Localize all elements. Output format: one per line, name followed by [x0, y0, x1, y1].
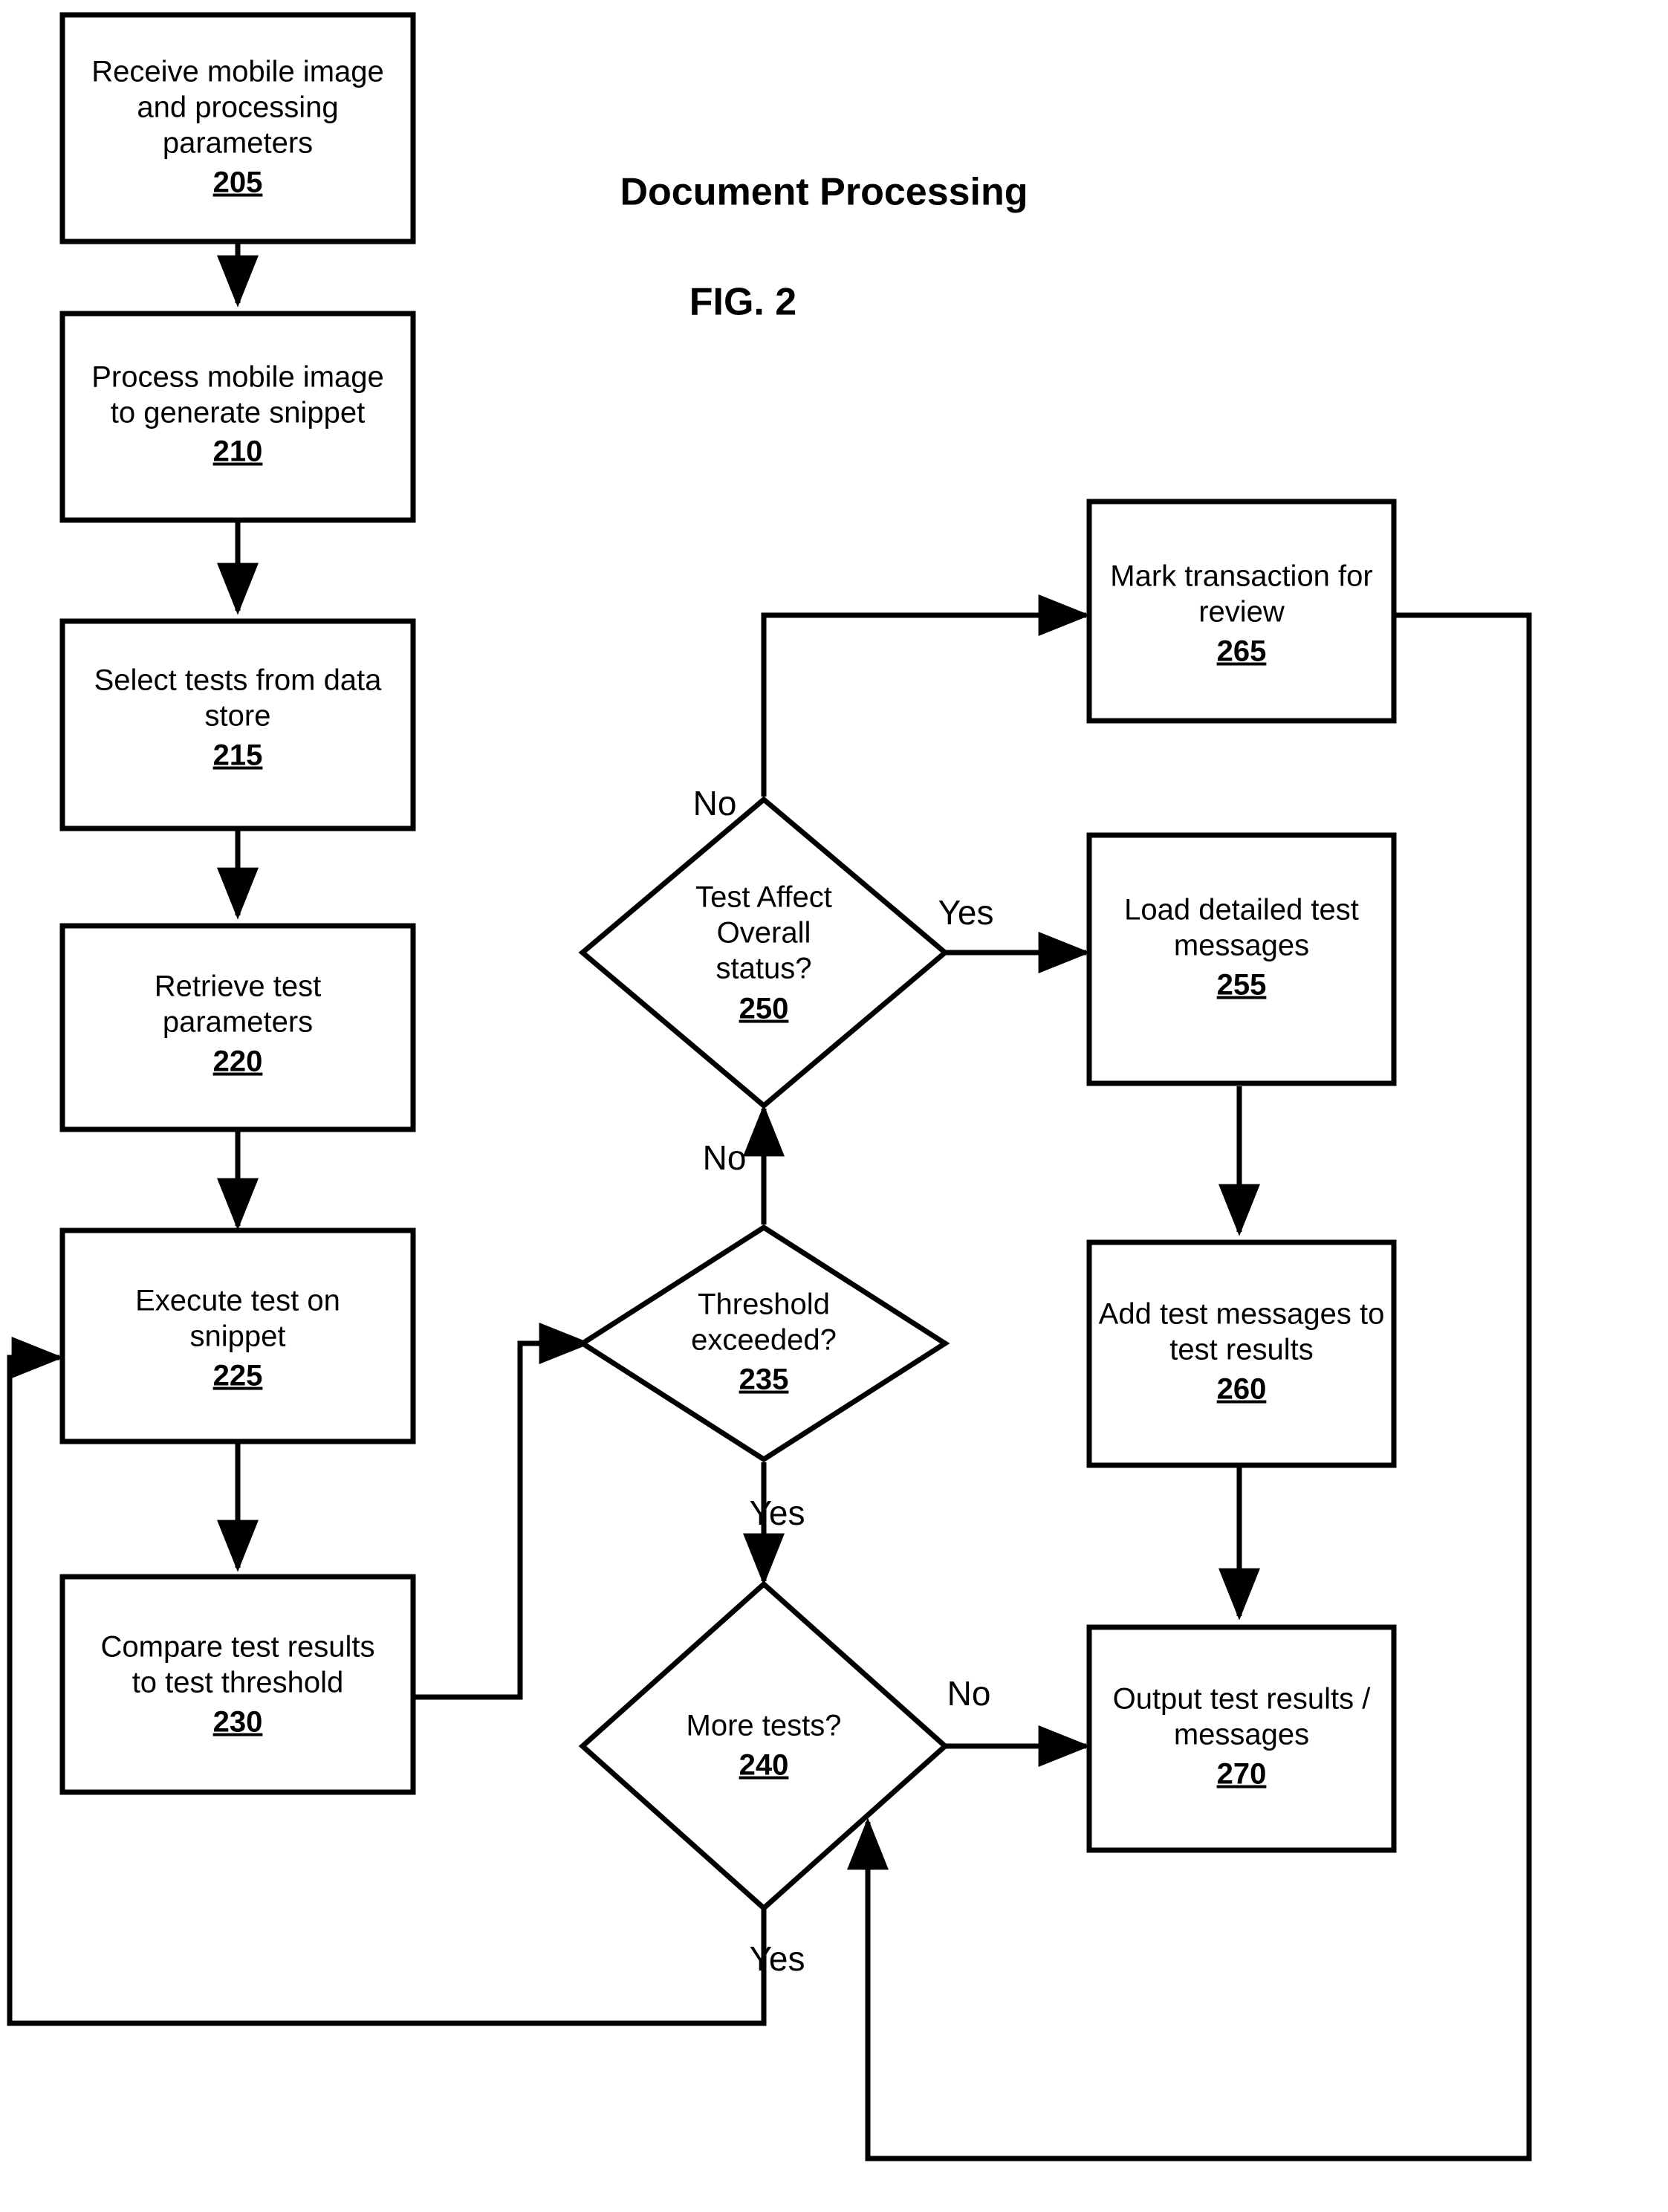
node-225-line1: Execute test on	[135, 1285, 340, 1317]
node-225-line2: snippet	[190, 1320, 286, 1353]
node-265-line2: review	[1198, 596, 1285, 629]
node-235-ref: 235	[739, 1363, 789, 1396]
node-260-line1: Add test messages to	[1099, 1298, 1385, 1331]
edge-label-250-yes: Yes	[938, 893, 993, 932]
node-240-ref: 240	[739, 1749, 789, 1782]
node-270-line2: messages	[1174, 1719, 1309, 1751]
node-265-line1: Mark transaction for	[1110, 560, 1372, 593]
node-270-ref: 270	[1217, 1758, 1267, 1791]
figure-title: Document Processing	[620, 171, 1028, 214]
node-205-line1: Receive mobile image	[91, 56, 384, 88]
node-265-ref: 265	[1217, 635, 1267, 668]
node-235-line2: exceeded?	[691, 1324, 837, 1357]
node-215-line2: store	[205, 700, 271, 733]
node-250-line3: status?	[716, 953, 812, 985]
node-205-line2: and processing	[137, 91, 338, 124]
node-240-line1: More tests?	[687, 1710, 842, 1742]
node-235-line1: Threshold	[698, 1288, 830, 1321]
node-260-line2: test results	[1169, 1334, 1313, 1366]
connector-230-to-235	[407, 1323, 591, 1700]
node-205-ref: 205	[213, 166, 263, 199]
edge-label-235-yes: Yes	[749, 1493, 805, 1532]
edge-label-235-no: No	[703, 1138, 747, 1177]
node-215-line1: Select tests from data	[94, 664, 383, 697]
node-225-ref: 225	[213, 1360, 263, 1392]
node-230-line2: to test threshold	[132, 1667, 344, 1699]
node-220-line2: parameters	[163, 1006, 313, 1039]
node-210-line2: to generate snippet	[111, 397, 365, 429]
node-260-ref: 260	[1217, 1373, 1267, 1406]
connector-250-no-to-265	[761, 594, 1091, 797]
edge-label-240-yes: Yes	[749, 1939, 805, 1978]
node-210-line1: Process mobile image	[91, 361, 384, 394]
node-210-ref: 210	[213, 435, 263, 468]
node-255-line2: messages	[1174, 930, 1309, 962]
figure-page: Receive mobile image and processing para…	[0, 0, 1668, 2212]
edge-label-250-no: No	[693, 784, 737, 823]
node-250-line1: Test Affect	[695, 881, 832, 914]
node-230-ref: 230	[213, 1706, 263, 1739]
node-250-line2: Overall	[717, 917, 811, 950]
node-270-line1: Output test results /	[1113, 1683, 1372, 1716]
edge-label-240-no: No	[947, 1674, 991, 1713]
node-220-ref: 220	[213, 1045, 263, 1078]
decision-node-240[interactable]	[578, 1580, 950, 1912]
node-215-ref: 215	[213, 739, 263, 772]
node-255-line1: Load detailed test	[1124, 894, 1359, 927]
node-220-line1: Retrieve test	[155, 970, 322, 1003]
node-205-line3: parameters	[163, 127, 313, 160]
node-255-ref: 255	[1217, 969, 1267, 1002]
node-250-ref: 250	[739, 993, 789, 1025]
figure-caption: FIG. 2	[689, 281, 796, 324]
flowchart-canvas: Receive mobile image and processing para…	[7, 12, 1532, 2161]
node-230-line1: Compare test results	[100, 1631, 374, 1664]
